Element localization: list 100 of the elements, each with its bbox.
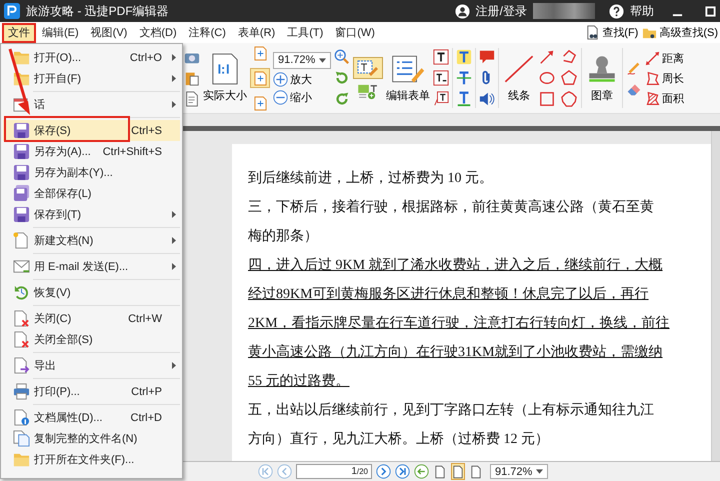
page-fit-icon [254,96,266,110]
polyline-icon[interactable] [561,49,577,65]
help-icon[interactable] [609,4,624,18]
speaker-icon[interactable] [479,91,495,107]
distance-button[interactable]: 距离 [645,50,684,66]
find-button[interactable]: 查找(F) [583,25,640,40]
underline-text-icon[interactable] [456,91,472,107]
menu-entry[interactable]: 用 E-mail 发送(E)... [3,256,180,277]
menu-entry[interactable]: 文档属性(D)... Ctrl+D [3,407,180,428]
envelope-icon [13,258,30,275]
menu-entry[interactable]: 打印(P)... Ctrl+P [3,381,180,402]
menu-entry[interactable]: 关闭全部(S) [3,329,180,350]
document-text-line: 黄小高速公路（九江方向）在行驶31KM就到了小池收费站，需缴纳 [248,343,664,362]
menu-entry[interactable]: 保存(S) Ctrl+S [3,120,180,141]
perimeter-button[interactable]: 周长 [645,70,684,86]
menu-entry[interactable]: 打开所在文件夹(F)... [3,449,180,470]
document-text-line: 2KM，看指示牌尽量在行车道行驶，注意打右行转向灯，换线，前往 [248,314,671,333]
vertical-scrollbar[interactable] [711,131,720,461]
document-close-icon [13,310,30,327]
submenu-arrow-icon [172,54,176,61]
line-tool-button[interactable]: 线条 [502,53,536,103]
submenu-arrow-icon [172,101,176,108]
document-text-line: 55 元的过路费。 [248,372,350,391]
area-icon [645,90,660,106]
menu-entry[interactable]: 新建文档(N) [3,230,180,251]
document-icon[interactable] [184,91,200,107]
fit-page-button[interactable] [250,68,270,88]
menu-entry[interactable]: 关闭(C) Ctrl+W [3,308,180,329]
maximize-icon[interactable] [705,6,716,16]
edit-content-button[interactable] [353,56,383,78]
document-text-line: 方向）直行，见九江大桥。上桥（过桥费 12 元） [248,430,550,449]
cloud-shape-icon[interactable] [561,91,577,107]
back-icon[interactable] [414,464,429,479]
pentagon-icon[interactable] [561,70,577,86]
zoom-in-button[interactable]: 放大 [273,72,312,86]
menu-entry[interactable]: 全部保存(L) [3,183,180,204]
menu-entry[interactable]: 复制完整的文件名(N) [3,428,180,449]
new-document-icon [13,232,30,249]
zoom-dropdown[interactable]: 91.72% [273,52,331,68]
caret-icon [536,469,543,474]
document-text-line: 梅的那条） [248,228,319,246]
menu-item[interactable]: 文档(D) [133,23,183,42]
menu-item[interactable]: 工具(T) [281,23,330,42]
minus-circle-icon [273,90,288,104]
menu-entry[interactable]: 另存为副本(Y)... [3,162,180,183]
binoculars-icon [585,25,600,40]
floppy-disks-icon [13,185,30,202]
document-close-icon [13,331,30,348]
area-button[interactable]: 面积 [645,90,684,106]
text-field-icon[interactable] [433,49,449,65]
submenu-arrow-icon [172,211,176,218]
actual-size-button[interactable]: 实际大小 [203,53,247,103]
blurred-area [533,3,595,19]
arrow-icon[interactable] [539,49,555,65]
next-page-icon[interactable] [376,464,391,479]
rotate-left-icon[interactable] [334,70,350,86]
page-icon [435,464,445,478]
menu-entry[interactable]: 打开自(F) [3,68,180,89]
user-icon[interactable] [454,4,470,18]
rotate-right-icon[interactable] [334,91,350,107]
menu-item[interactable]: 表单(R) [232,23,282,42]
page-layout-button[interactable] [469,463,483,480]
menu-entry[interactable]: 恢复(V) [3,282,180,303]
text-box-icon[interactable] [433,70,449,86]
advanced-find-button[interactable]: 高级查找(S) [640,25,720,40]
distance-icon [645,50,660,66]
rectangle-icon[interactable] [539,91,555,107]
add-image-icon[interactable] [356,84,380,100]
menu-entry[interactable]: 导出 [3,355,180,376]
menu-entry[interactable]: 打开(O)... Ctrl+O [3,47,180,68]
zoom-out-button[interactable]: 缩小 [273,90,312,104]
magnifier-icon[interactable] [334,49,350,65]
page-fit-icon [254,46,266,60]
clipboard-icon[interactable] [184,70,200,86]
menu-entry[interactable]: 另存为(A)... Ctrl+Shift+S [3,141,180,162]
help-link[interactable]: 帮助 [630,2,654,20]
menu-item[interactable]: 编辑(E) [36,23,85,42]
login-link[interactable]: 注册/登录 [476,2,527,20]
ellipse-icon[interactable] [539,70,555,86]
menu-item[interactable]: 视图(V) [84,23,134,42]
stamp-button[interactable]: 图章 [585,53,619,103]
perimeter-icon [645,70,660,86]
menu-item[interactable]: 窗口(W) [329,23,381,42]
last-page-icon[interactable] [395,464,410,479]
folder-icon [13,70,30,87]
edit-form-button[interactable]: 编辑表单 [386,53,430,103]
page-layout-button[interactable] [451,463,465,480]
page-layout-button[interactable] [433,463,447,480]
document-text-line: 经过89KM可到黄梅服务区进行休息和整顿！休息完了以后，再行 [248,285,650,304]
annotation-frame [2,23,36,43]
form-edit-icon [391,53,425,85]
page-number-field[interactable]: 1/20 [296,464,372,479]
highlight-text-icon[interactable] [456,49,472,65]
strikeout-text-icon[interactable] [456,70,472,86]
line-icon [502,53,536,85]
callout-icon[interactable] [433,91,449,107]
menu-entry[interactable]: 保存到(T) [3,204,180,225]
menu-item[interactable]: 注释(C) [182,23,232,42]
zoom-dropdown[interactable]: 91.72% [490,464,548,479]
comment-icon[interactable] [479,49,495,65]
